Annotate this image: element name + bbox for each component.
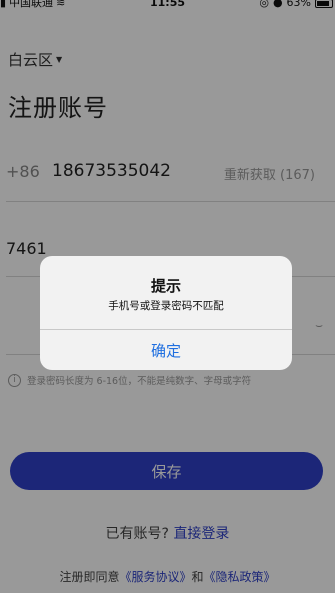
dialog-title: 提示 [150,277,181,295]
dialog-message: 手机号或登录密码不匹配 [108,300,224,312]
alert-dialog: 提示 手机号或登录密码不匹配 确定 [40,256,292,370]
dialog-confirm-button[interactable]: 确定 [40,330,292,370]
